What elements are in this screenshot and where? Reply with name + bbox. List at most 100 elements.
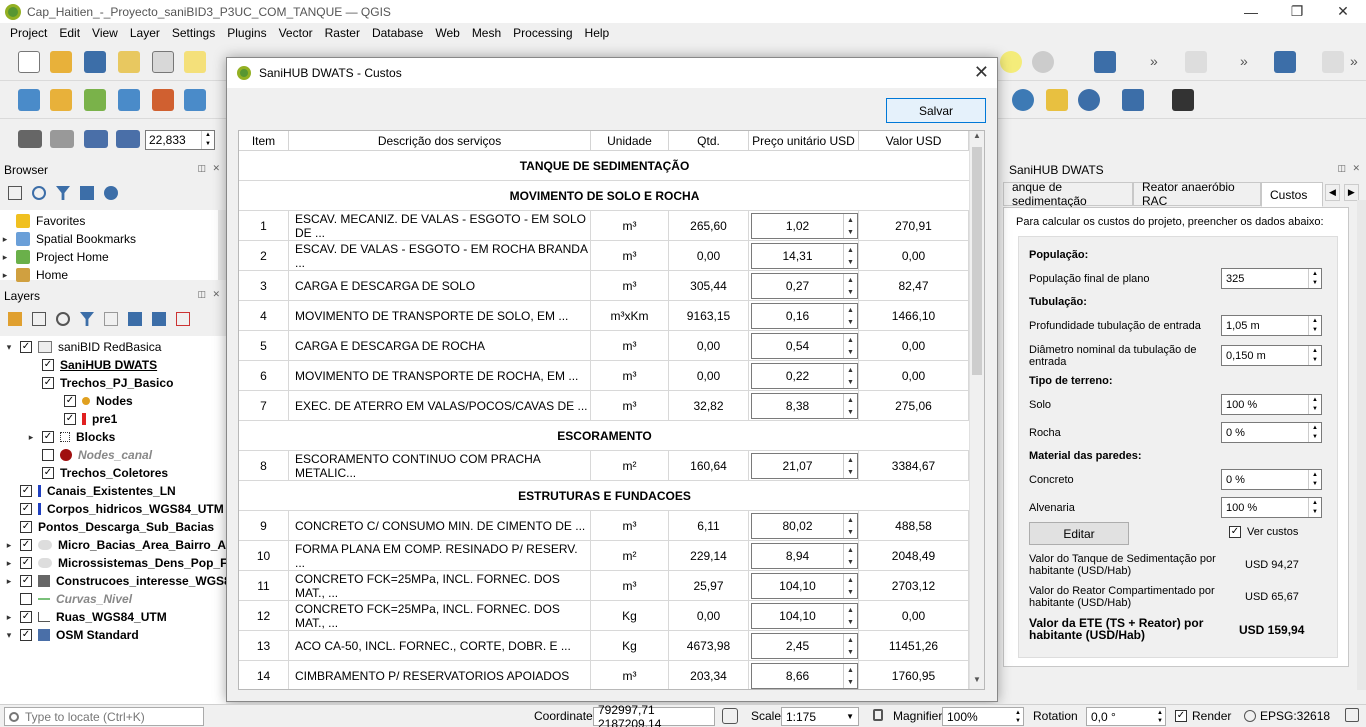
layer-item-7[interactable]: Trechos_Coletores (0, 464, 168, 482)
expand-arrow-icon[interactable]: ▸ (4, 558, 14, 569)
render-checkbox[interactable]: Render (1175, 709, 1231, 723)
expand-arrow-icon[interactable]: ▸ (0, 252, 10, 263)
spin-arrows-icon[interactable]: ▲ ▼ (843, 454, 857, 478)
qgis2web-icon[interactable] (1122, 89, 1144, 111)
layer-item-1[interactable]: SaniHUB DWATS (0, 356, 157, 374)
magnifier-field[interactable]: 100% ▲ ▼ (942, 707, 1024, 726)
new-layer-icon[interactable] (50, 89, 72, 111)
layer-visibility-checkbox[interactable] (20, 341, 32, 353)
scale-field[interactable]: 1:175 ▼ (781, 707, 859, 726)
more-chevron-icon[interactable]: » (1150, 53, 1158, 69)
collapse-all-icon[interactable] (80, 186, 94, 200)
price-spinbox[interactable]: 0,27 ▲ ▼ (751, 273, 858, 299)
layer-item-16[interactable]: ▾ OSM Standard (0, 626, 139, 644)
layer-item-2[interactable]: Trechos_PJ_Basico (0, 374, 173, 392)
layer-item-8[interactable]: Canais_Existentes_LN (0, 482, 176, 500)
more-chevron-icon-3[interactable]: » (1350, 53, 1358, 69)
menu-item-9[interactable]: Web (435, 26, 459, 40)
layout-icon[interactable] (118, 51, 140, 73)
menu-item-3[interactable]: Layer (130, 26, 160, 40)
new-project-icon[interactable] (18, 51, 40, 73)
spin-arrows-icon[interactable]: ▲ ▼ (843, 664, 857, 688)
layer-visibility-checkbox[interactable] (42, 431, 54, 443)
menu-item-7[interactable]: Raster (325, 26, 360, 40)
annotation-icon[interactable] (1000, 51, 1022, 73)
lock-icon[interactable] (873, 709, 883, 721)
open-project-icon[interactable] (50, 51, 72, 73)
layer-item-10[interactable]: Pontos_Descarga_Sub_Bacias (0, 518, 214, 536)
spin-arrows-icon[interactable]: ▲ ▼ (843, 394, 857, 418)
add-selected-icon[interactable] (8, 186, 22, 200)
sanihub-icon[interactable] (1172, 89, 1194, 111)
remove-layer-icon[interactable] (176, 312, 190, 326)
layer-item-15[interactable]: ▸ Ruas_WGS84_UTM (0, 608, 167, 626)
expand-arrow-icon[interactable]: ▾ (4, 342, 14, 353)
profundidade-input[interactable]: 1,05 m ▲ ▼ (1221, 315, 1322, 336)
spin-arrows-icon[interactable]: ▲ ▼ (843, 604, 857, 628)
menu-item-6[interactable]: Vector (279, 26, 313, 40)
column-header-1[interactable]: Descrição dos serviços (289, 131, 591, 151)
sanihub-dock-buttons[interactable]: ◫ ✕ (1337, 163, 1362, 174)
layer-item-11[interactable]: ▸ Micro_Bacias_Area_Bairro_Alt (0, 536, 226, 554)
menu-item-10[interactable]: Mesh (472, 26, 501, 40)
scale-spinbox[interactable]: 22,833 ▲ ▼ (145, 130, 215, 150)
menu-item-11[interactable]: Processing (513, 26, 572, 40)
browser-scrollbar[interactable] (218, 210, 226, 280)
tab-tanque[interactable]: anque de sedimentação (1003, 180, 1133, 208)
expand-arrow-icon[interactable]: ▸ (4, 540, 14, 551)
price-spinbox[interactable]: 1,02 ▲ ▼ (751, 213, 858, 239)
close-window-button[interactable]: ✕ (1320, 0, 1366, 23)
price-spinbox[interactable]: 21,07 ▲ ▼ (751, 453, 858, 479)
style-panel-icon[interactable] (8, 312, 22, 326)
layer-visibility-checkbox[interactable] (20, 503, 32, 515)
ver-custos-checkbox[interactable]: Ver custos (1229, 526, 1298, 538)
spin-arrows-icon[interactable]: ▲ ▼ (843, 364, 857, 388)
processing-icon[interactable] (1046, 89, 1068, 111)
layer-visibility-checkbox[interactable] (20, 611, 32, 623)
add-raster-icon[interactable] (118, 89, 140, 111)
locate-input[interactable]: Type to locate (Ctrl+K) (4, 707, 204, 726)
add-group-icon[interactable] (32, 312, 46, 326)
price-spinbox[interactable]: 8,66 ▲ ▼ (751, 663, 858, 689)
table-vertical-scrollbar[interactable]: ▲ ▼ (969, 131, 984, 689)
expand-arrow-icon[interactable]: ▸ (0, 234, 10, 245)
expand-all-icon[interactable] (128, 312, 142, 326)
panel-dock-buttons[interactable]: ◫ ✕ (197, 163, 222, 174)
help-icon[interactable] (1274, 51, 1296, 73)
column-header-2[interactable]: Unidade (591, 131, 669, 151)
sanihub-scrollbar[interactable] (1357, 200, 1366, 690)
expand-arrow-icon[interactable]: ▸ (4, 576, 14, 587)
layer-visibility-checkbox[interactable] (20, 485, 32, 497)
spin-arrows-icon[interactable]: ▲ ▼ (843, 214, 857, 238)
price-spinbox[interactable]: 104,10 ▲ ▼ (751, 603, 858, 629)
spin-arrows-icon[interactable]: ▲ ▼ (843, 544, 857, 568)
tab-scroll-buttons[interactable]: ◀ ▶ (1325, 184, 1359, 201)
concreto-input[interactable]: 0 % ▲ ▼ (1221, 469, 1322, 490)
identify-icon[interactable] (1032, 51, 1054, 73)
add-csv-icon[interactable] (184, 89, 206, 111)
zoom-full-icon[interactable] (18, 130, 42, 148)
layer-item-3[interactable]: Nodes (0, 392, 133, 410)
spin-arrows-icon[interactable]: ▲ ▼ (843, 304, 857, 328)
info-icon[interactable] (104, 186, 118, 200)
layer-visibility-checkbox[interactable] (42, 377, 54, 389)
data-source-manager-icon[interactable] (18, 89, 40, 111)
layer-visibility-checkbox[interactable] (20, 629, 32, 641)
minimize-button[interactable]: — (1228, 0, 1274, 23)
spin-arrows-icon[interactable]: ▲ ▼ (843, 334, 857, 358)
zoom-selection-icon[interactable] (84, 130, 108, 148)
maximize-button[interactable]: ❐ (1274, 0, 1320, 23)
layer-item-14[interactable]: Curvas_Nivel (0, 590, 132, 608)
browser-item-3[interactable]: ▸ Home (0, 266, 68, 284)
filter-legend-icon[interactable] (80, 312, 94, 326)
column-header-3[interactable]: Qtd. (669, 131, 749, 151)
dialog-close-button[interactable]: ✕ (974, 62, 989, 83)
menu-item-1[interactable]: Edit (59, 26, 80, 40)
menu-item-8[interactable]: Database (372, 26, 423, 40)
coordinate-field[interactable]: 792997,71 2187209,14 (593, 703, 715, 727)
label-icon[interactable] (1094, 51, 1116, 73)
layer-item-13[interactable]: ▸ Construcoes_interesse_WGS8 (0, 572, 226, 590)
render-check[interactable] (1175, 710, 1187, 722)
price-spinbox[interactable]: 14,31 ▲ ▼ (751, 243, 858, 269)
price-spinbox[interactable]: 8,38 ▲ ▼ (751, 393, 858, 419)
